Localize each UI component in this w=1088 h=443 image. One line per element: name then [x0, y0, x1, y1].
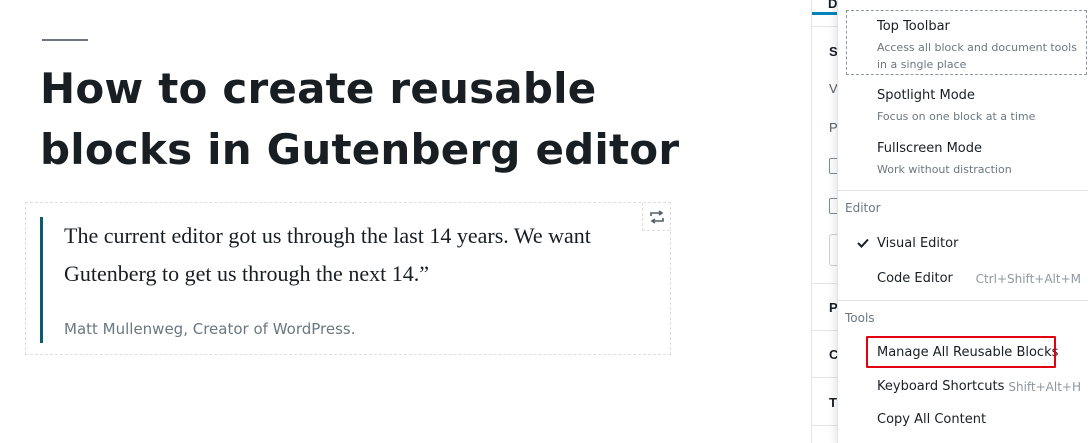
menu-item-shortcut: Ctrl+Shift+Alt+M: [975, 272, 1081, 286]
block-transform-button[interactable]: [642, 203, 670, 231]
menu-item-label: Code Editor: [877, 271, 953, 286]
menu-item-label: Copy All Content: [877, 412, 987, 427]
quote-block[interactable]: The current editor got us through the la…: [25, 202, 671, 355]
menu-item-copy-all-content[interactable]: Copy All Content: [838, 404, 1088, 434]
block-transform-icon: [649, 209, 664, 224]
sidebar-tab-document[interactable]: D: [812, 0, 838, 15]
highlight-annotation: [866, 336, 1056, 368]
menu-group-label-tools: Tools: [845, 311, 875, 325]
menu-item-shortcut: Shift+Alt+H: [1008, 380, 1081, 394]
quote-citation[interactable]: Matt Mullenweg, Creator of WordPress.: [64, 320, 356, 338]
menu-item-fullscreen-mode[interactable]: Fullscreen Mode Work without distraction: [838, 135, 1088, 181]
menu-separator: [838, 300, 1088, 301]
menu-item-description: Access all block and document tools in a…: [877, 41, 1077, 71]
menu-item-label: Keyboard Shortcuts: [877, 379, 1005, 394]
title-separator: [42, 39, 88, 41]
post-title[interactable]: How to create reusable blocks in Gutenbe…: [40, 58, 740, 180]
menu-group-label-editor: Editor: [845, 201, 881, 215]
menu-item-description: Focus on one block at a time: [877, 110, 1036, 123]
quote-text[interactable]: The current editor got us through the la…: [64, 217, 624, 293]
menu-item-description: Work without distraction: [877, 163, 1012, 176]
menu-item-label: Spotlight Mode: [877, 88, 975, 103]
menu-item-top-toolbar[interactable]: Top Toolbar Access all block and documen…: [838, 10, 1088, 75]
quote-border: [40, 217, 43, 343]
menu-item-visual-editor[interactable]: Visual Editor: [838, 228, 1088, 258]
sidebar-section-tags[interactable]: T: [829, 395, 837, 410]
menu-item-label: Fullscreen Mode: [877, 141, 982, 156]
menu-item-spotlight-mode[interactable]: Spotlight Mode Focus on one block at a t…: [838, 82, 1088, 128]
sidebar-tab-label: D: [828, 0, 838, 11]
menu-separator: [838, 190, 1088, 191]
more-tools-menu: Top Toolbar Access all block and documen…: [837, 0, 1088, 443]
check-icon: [857, 238, 869, 248]
menu-item-keyboard-shortcuts[interactable]: Keyboard Shortcuts Shift+Alt+H: [838, 371, 1088, 401]
menu-item-label: Top Toolbar: [877, 19, 950, 34]
menu-item-code-editor[interactable]: Code Editor Ctrl+Shift+Alt+M: [838, 263, 1088, 293]
menu-item-label: Visual Editor: [877, 236, 959, 251]
